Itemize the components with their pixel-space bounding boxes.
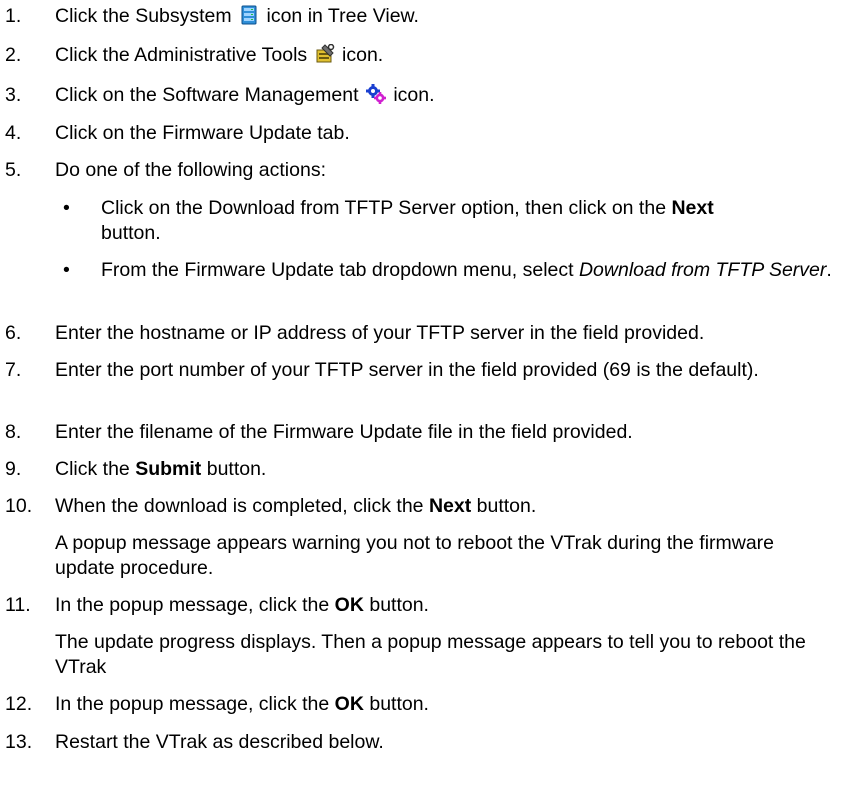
step-text-end: button. [369,594,429,616]
step-text: When the download is completed, click th… [55,495,424,517]
bullet-text: Click on the Download from TFTP Server o… [101,197,667,219]
step-text: Restart the VTrak as described below. [55,731,384,753]
step-note: A popup message appears warning you not … [55,532,775,579]
step-text-end: button. [369,693,429,715]
step-number: 13. [5,731,33,753]
step-number: 5. [5,159,22,181]
subsystem-icon [239,5,259,25]
ok-button-ref: OK [334,693,364,715]
bullet-marker: • [63,259,70,281]
step-text-end: icon. [342,44,384,66]
ok-button-ref: OK [334,594,364,616]
submit-button-ref: Submit [135,458,202,480]
step-number: 9. [5,458,22,480]
step-number: 6. [5,322,22,344]
step-number: 1. [5,5,22,27]
step-text: In the popup message, click the [55,693,330,715]
bullet-text-end: button. [101,222,161,244]
step-text-end: button. [476,495,537,517]
step-text: Click on the Firmware Update tab. [55,122,350,144]
step-text: Click the Administrative Tools [55,44,308,66]
step-number: 8. [5,421,22,443]
step-note: The update progress displays. Then a pop… [55,631,806,678]
step-text: Enter the hostname or IP address of your… [55,322,705,344]
step-text: Click the [55,458,130,480]
step-text-end: icon in Tree View. [266,5,419,27]
software-management-icon [365,84,386,104]
step-text: In the popup message, click the [55,594,330,616]
bullet-text-end: . [826,259,832,281]
bullet-marker: • [63,197,70,219]
step-text: Click the Subsystem [55,5,232,27]
next-button-ref: Next [428,495,472,517]
administrative-tools-icon [315,43,335,64]
bullet-text: From the Firmware Update tab dropdown me… [101,259,574,281]
step-text: Enter the port number of your TFTP serve… [55,359,759,381]
step-text: Do one of the following actions: [55,159,327,181]
step-text: Enter the filename of the Firmware Updat… [55,421,633,443]
step-number: 2. [5,44,22,66]
step-text-end: button. [206,458,267,480]
step-text: Click on the Software Management [55,84,359,106]
step-number: 3. [5,84,22,106]
step-text-end: icon. [393,84,435,106]
menu-option-ref: Download from TFTP Server [578,259,827,281]
next-button-ref: Next [671,197,714,219]
step-number: 4. [5,122,22,144]
step-number: 10. [5,495,33,517]
step-number: 7. [5,359,22,381]
step-number: 11. [5,594,31,616]
step-number: 12. [5,693,33,715]
